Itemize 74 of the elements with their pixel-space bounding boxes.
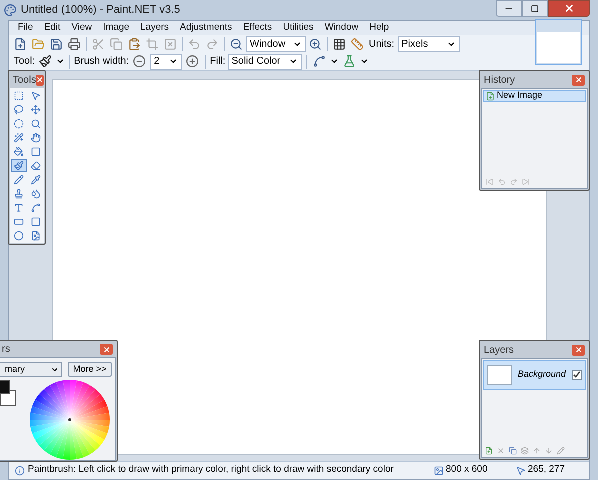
layers-title: Layers — [484, 344, 514, 358]
units-label: Units: — [369, 38, 395, 52]
fill-dropdown[interactable]: Solid Color — [228, 54, 302, 70]
close-icon — [564, 3, 574, 14]
menu-item[interactable]: Adjustments — [175, 20, 238, 36]
menu-item[interactable]: Window — [320, 20, 364, 36]
layer-thumbnail — [487, 365, 512, 385]
menu-item[interactable]: Image — [98, 20, 135, 36]
maximize-button[interactable] — [522, 0, 548, 17]
caret-icon[interactable] — [56, 57, 66, 66]
grid-icon[interactable] — [333, 38, 346, 50]
history-label: New Image — [497, 89, 543, 102]
caret-icon[interactable] — [330, 57, 339, 66]
increase-icon[interactable] — [186, 55, 200, 68]
menu-item[interactable]: Utilities — [278, 20, 319, 36]
close-icon — [102, 346, 110, 354]
decrease-icon[interactable] — [133, 55, 146, 68]
close-icon — [574, 346, 582, 354]
save-icon[interactable] — [50, 38, 63, 50]
close-button[interactable] — [572, 344, 585, 356]
close-icon — [574, 76, 582, 84]
caret-icon — [169, 57, 178, 66]
visibility-checkbox[interactable] — [572, 370, 582, 380]
status-hint: Paintbrush: Left click to draw with primary color, right click to draw with secondary color — [28, 463, 395, 478]
caret-icon[interactable] — [360, 57, 369, 66]
menu-item[interactable]: Help — [364, 20, 394, 36]
history-item[interactable]: New Image — [483, 90, 586, 102]
tool-label: Tool: — [14, 55, 36, 69]
menu-item[interactable]: Effects — [238, 20, 278, 36]
close-button[interactable] — [548, 0, 590, 17]
units-dropdown[interactable]: Pixels — [398, 36, 460, 52]
layer-item[interactable]: Background — [483, 360, 586, 390]
close-icon — [36, 76, 44, 84]
caret-icon — [51, 366, 59, 374]
print-icon[interactable] — [68, 38, 81, 50]
cursor-position-icon — [516, 466, 526, 476]
cursor-position: 265, 277 — [528, 463, 566, 478]
paintbrush-icon[interactable] — [39, 55, 52, 68]
layer-name: Background — [518, 368, 566, 382]
image-thumbnail[interactable] — [535, 19, 582, 65]
new-file-icon[interactable] — [14, 38, 27, 50]
color-wheel[interactable] — [30, 380, 110, 460]
primary-color-swatch[interactable] — [0, 380, 10, 394]
color-mode-dropdown[interactable]: mary — [0, 362, 62, 377]
info-icon — [15, 466, 25, 476]
ruler-icon[interactable] — [351, 38, 364, 50]
history-title: History — [484, 74, 516, 88]
zoom-dropdown[interactable]: Window — [246, 36, 306, 52]
brush-width-label: Brush width: — [74, 55, 130, 69]
maximize-icon — [531, 4, 539, 12]
close-button[interactable] — [100, 344, 113, 355]
window-title: Untitled (100%) - Paint.NET v3.5 — [21, 2, 180, 18]
colors-title: rs — [2, 343, 10, 357]
paste-icon[interactable] — [128, 38, 141, 50]
close-button[interactable] — [36, 74, 44, 86]
antialiasing-icon[interactable] — [312, 55, 326, 68]
more-button[interactable]: More >> — [68, 362, 112, 377]
menu-item[interactable]: Edit — [39, 20, 66, 36]
menu-item[interactable]: Layers — [136, 20, 174, 36]
tools-title: Tools — [13, 74, 36, 88]
close-button[interactable] — [572, 74, 585, 86]
image-size-icon — [434, 466, 444, 476]
new-file-icon — [486, 92, 495, 100]
duplicate-layer-icon[interactable] — [509, 447, 517, 455]
fill-label: Fill: — [210, 55, 226, 69]
zoom-out-icon[interactable] — [230, 38, 243, 50]
brush-width-dropdown[interactable]: 2 — [150, 54, 182, 70]
menu-item[interactable]: File — [13, 20, 38, 36]
add-layer-icon[interactable] — [485, 447, 493, 455]
menu-item[interactable]: View — [66, 20, 98, 36]
app-icon — [4, 4, 17, 16]
image-size: 800 x 600 — [446, 463, 489, 478]
open-folder-icon[interactable] — [32, 38, 45, 50]
zoom-in-icon[interactable] — [309, 38, 322, 50]
